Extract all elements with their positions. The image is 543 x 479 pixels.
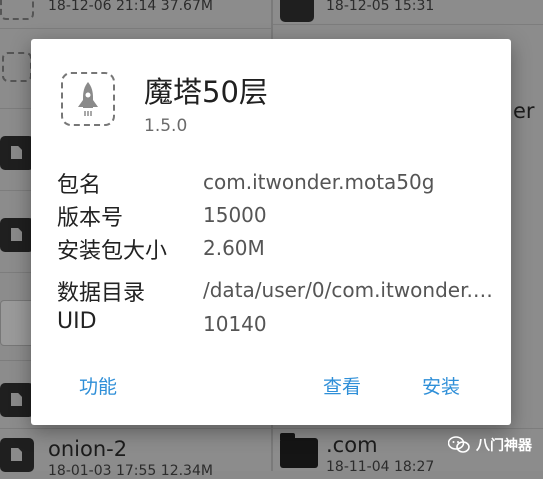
- file-icon: [0, 383, 34, 417]
- watermark: 八门神器: [448, 432, 532, 458]
- view-button[interactable]: 查看: [319, 370, 365, 401]
- file-icon: [0, 136, 34, 170]
- apk-icon: [0, 0, 34, 20]
- row-divider: [273, 428, 543, 429]
- row-divider: [0, 428, 271, 429]
- version-code-value: 15000: [203, 203, 267, 227]
- file-item-meta: 18-12-05 15:31: [326, 0, 435, 14]
- apk-icon: [2, 52, 32, 82]
- watermark-text: 八门神器: [476, 438, 532, 454]
- file-icon: [0, 438, 34, 472]
- row-divider: [273, 24, 543, 25]
- app-info-dialog: 魔塔50层 1.5.0 包名 com.itwonder.mota50g 版本号 …: [31, 39, 511, 425]
- file-icon: [0, 218, 34, 252]
- package-size-label: 安装包大小: [57, 239, 168, 264]
- app-name: 魔塔50层: [144, 75, 268, 109]
- data-directory-label: 数据目录: [57, 281, 146, 306]
- package-name-value: com.itwonder.mota50g: [203, 170, 435, 194]
- package-size-value: 2.60M: [203, 236, 265, 260]
- version-code-label: 版本号: [57, 206, 124, 231]
- row-divider: [0, 28, 271, 29]
- file-item-meta: 18-12-06 21:14 37.67M: [48, 0, 213, 14]
- features-button[interactable]: 功能: [75, 370, 121, 401]
- file-item-title: er: [513, 99, 535, 123]
- chat-bubble-icon: [448, 436, 470, 453]
- app-version: 1.5.0: [144, 116, 188, 136]
- rocket-icon: [78, 82, 98, 116]
- uid-label: UID: [57, 309, 97, 334]
- file-item-title: onion-2: [48, 437, 128, 461]
- file-item-meta: 18-11-04 18:27: [326, 459, 435, 475]
- app-icon: [61, 72, 115, 126]
- file-item-title: .com: [326, 433, 378, 457]
- package-name-label: 包名: [57, 173, 102, 198]
- install-button[interactable]: 安装: [418, 370, 464, 401]
- folder-icon: [280, 433, 318, 468]
- data-directory-value: /data/user/0/com.itwonder.mota50g: [203, 278, 493, 302]
- file-item-meta: 18-01-03 17:55 12.34M: [48, 463, 213, 479]
- file-icon: [280, 0, 314, 22]
- uid-value: 10140: [203, 312, 267, 336]
